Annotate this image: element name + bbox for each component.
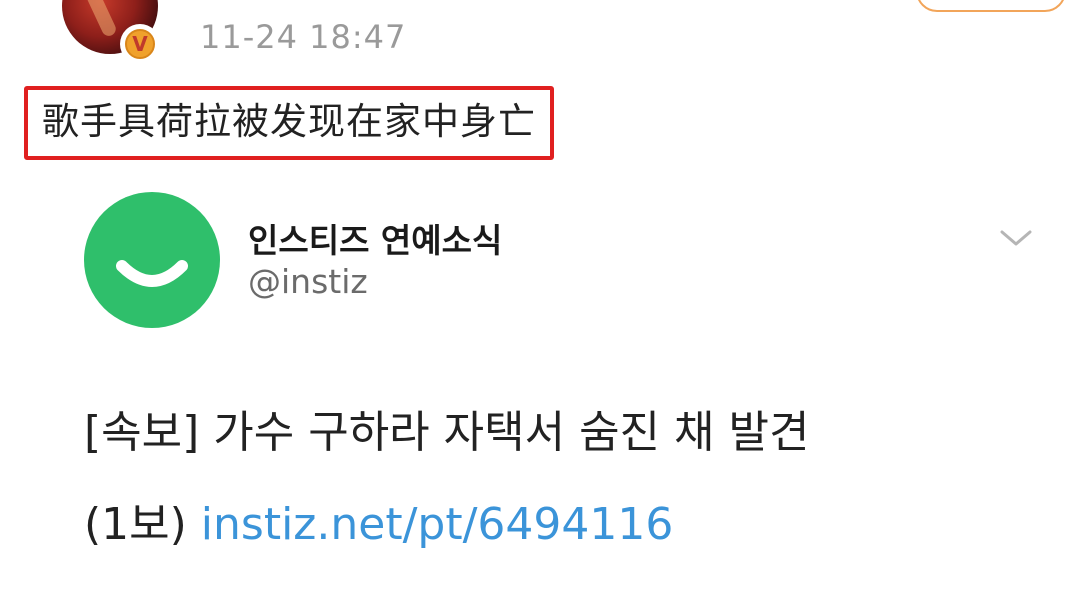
embedded-account-name[interactable]: 인스티즈 연예소식: [248, 214, 502, 262]
tweet-text-prefix: (1보): [84, 499, 201, 550]
tweet-link[interactable]: instiz.net/pt/6494116: [201, 499, 674, 550]
post-timestamp: 11-24 18:47: [200, 18, 407, 56]
embedded-account-handle[interactable]: @instiz: [248, 262, 368, 301]
tweet-text-line2: (1보) instiz.net/pt/6494116: [84, 488, 673, 552]
post-text: 歌手具荷拉被发现在家中身亡: [24, 86, 554, 160]
tweet-text-line1: [속보] 가수 구하라 자택서 숨진 채 발견: [84, 407, 810, 458]
avatar-image-detail: [79, 0, 119, 39]
smile-icon: [116, 260, 188, 287]
follow-button[interactable]: [916, 0, 1066, 12]
verified-badge-icon: V: [120, 24, 160, 64]
chevron-down-icon[interactable]: [996, 224, 1036, 252]
instiz-logo-icon[interactable]: [84, 192, 220, 328]
verified-badge-letter: V: [125, 29, 155, 59]
